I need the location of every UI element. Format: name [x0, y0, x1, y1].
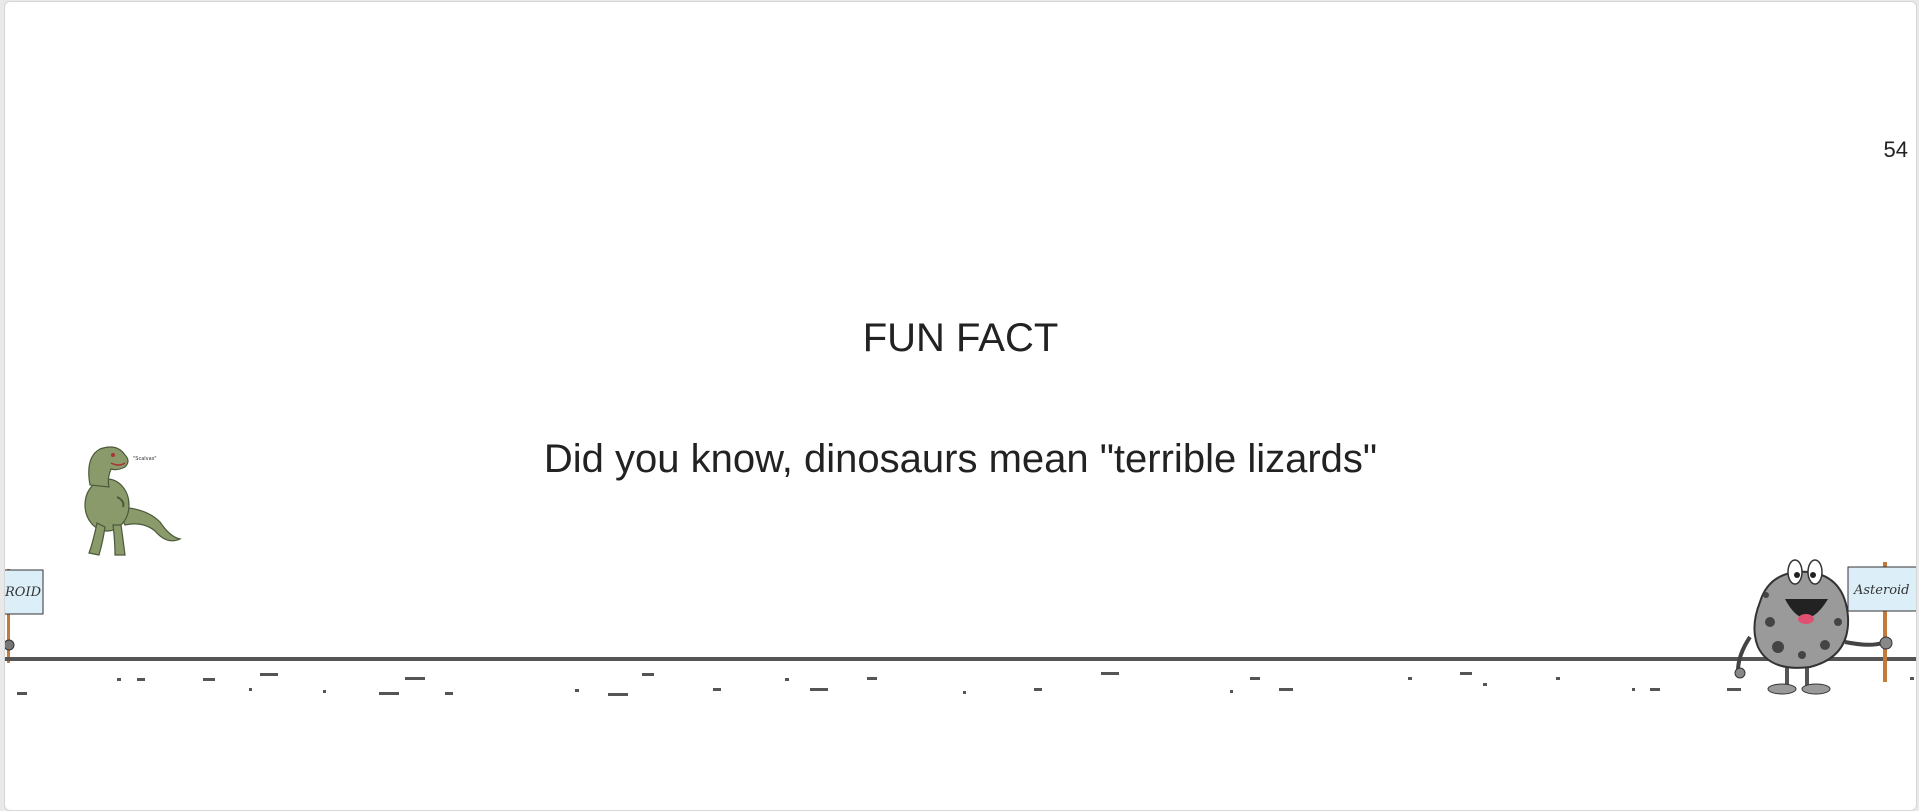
fun-fact-text: Did you know, dinosaurs mean "terrible l…: [543, 437, 1378, 481]
game-canvas[interactable]: 54 FUN FACT Did you know, dinosaurs mean…: [4, 1, 1917, 811]
dinosaur-player: "Scalvas": [84, 446, 182, 556]
left-asteroid-sign: ROID: [4, 569, 44, 663]
left-sign-text: ROID: [4, 585, 42, 600]
asteroid-sign-text: Asteroid: [1853, 583, 1910, 598]
ground-pebbles: [17, 672, 1914, 696]
score-counter: 54: [1883, 137, 1908, 162]
fun-fact-title: FUN FACT: [862, 316, 1059, 360]
asteroid-enemy: Asteroid: [1734, 559, 1916, 695]
dino-speech: "Scalvas": [133, 456, 157, 462]
ground-line: [5, 657, 1916, 661]
